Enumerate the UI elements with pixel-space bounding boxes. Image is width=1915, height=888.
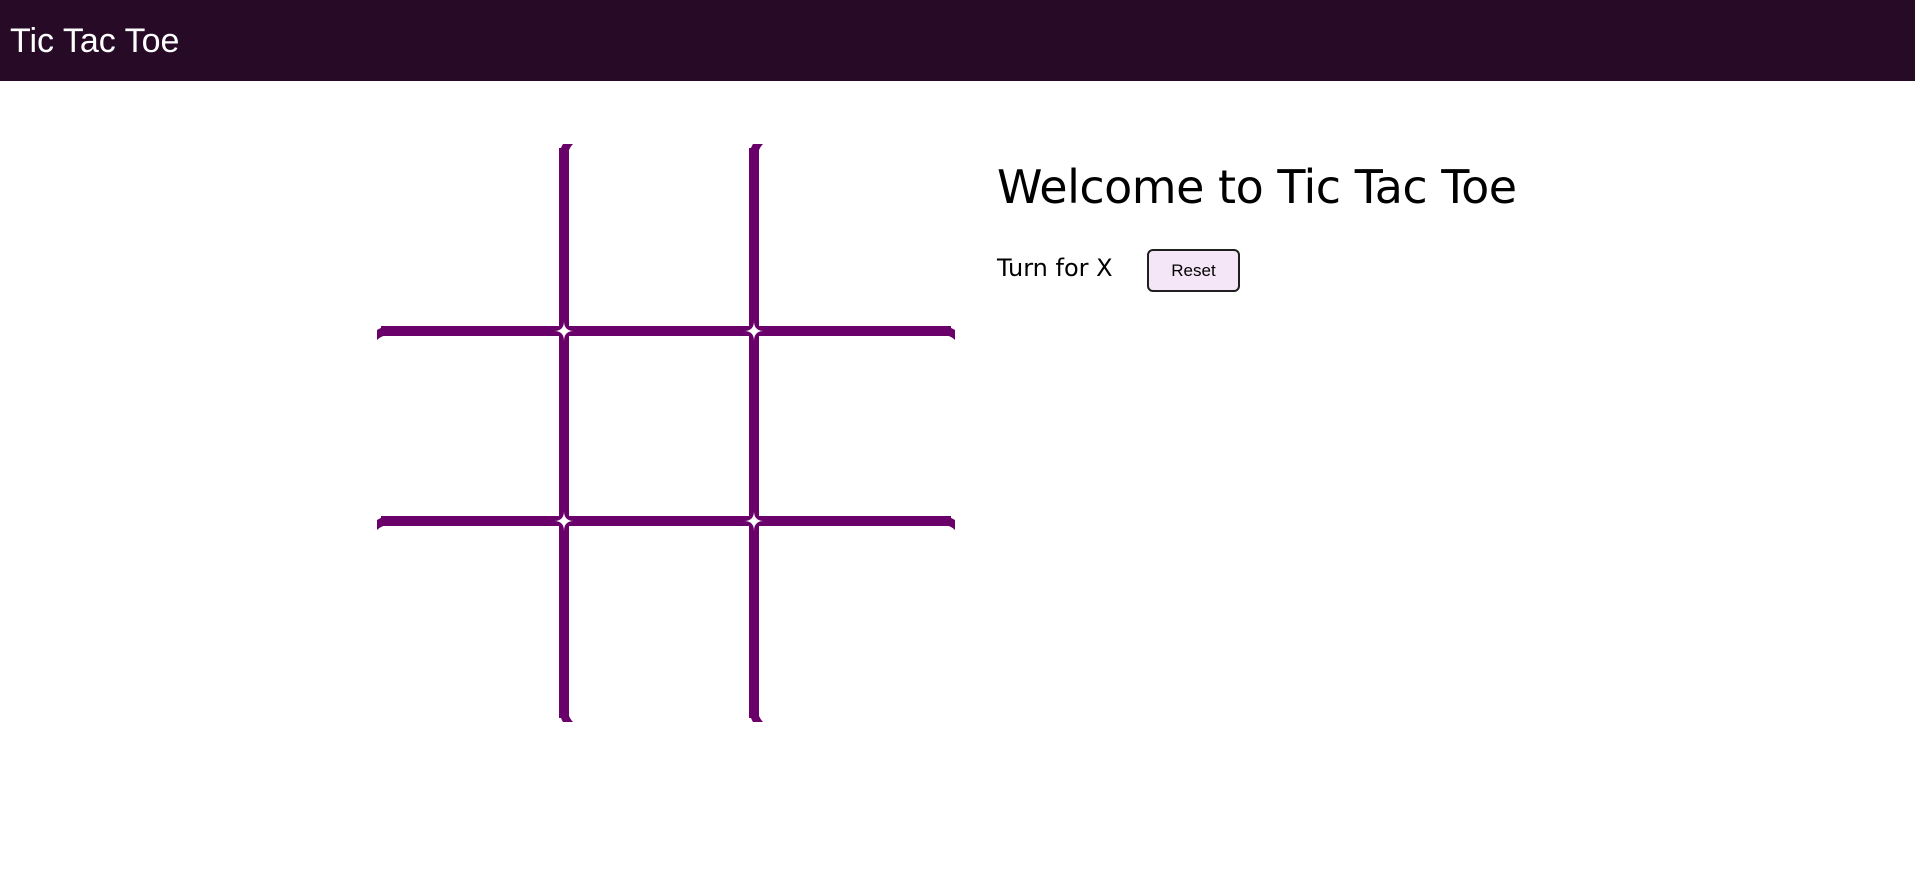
board-cell-1-0[interactable] <box>377 337 558 515</box>
board-cell-0-0[interactable] <box>377 144 558 325</box>
board-cell-2-0[interactable] <box>377 527 558 722</box>
board-cell-0-1[interactable] <box>570 144 748 325</box>
top-app-bar: Tic Tac Toe <box>0 0 1915 81</box>
game-board <box>377 144 955 722</box>
game-info-panel: Welcome to Tic Tac Toe Turn for X Reset <box>997 150 1697 292</box>
app-title: Tic Tac Toe <box>10 22 180 60</box>
board-cell-2-2[interactable] <box>760 527 955 722</box>
board-cell-1-1[interactable] <box>570 337 748 515</box>
board-cell-1-2[interactable] <box>760 337 955 515</box>
turn-indicator: Turn for X <box>997 254 1113 282</box>
welcome-heading: Welcome to Tic Tac Toe <box>997 160 1517 214</box>
board-cell-2-1[interactable] <box>570 527 748 722</box>
board-cell-0-2[interactable] <box>760 144 955 325</box>
reset-button[interactable]: Reset <box>1147 249 1240 292</box>
